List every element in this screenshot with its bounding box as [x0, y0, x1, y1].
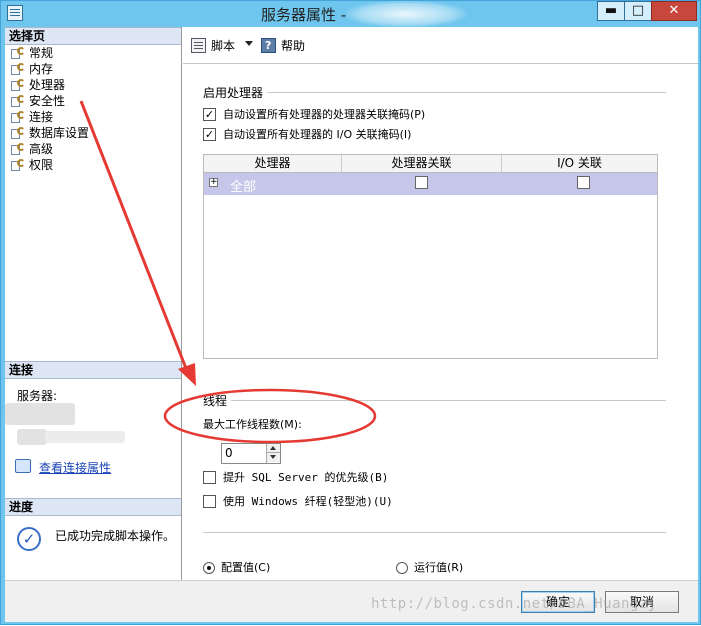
max-worker-threads-stepper[interactable]: 0: [221, 443, 281, 464]
redacted-server-name: [346, 1, 466, 27]
right-pane: 脚本 帮助 启用处理器 ✓ 自动设置所有处理器的处理器关联掩码(P) ✓: [183, 27, 698, 580]
sidebar-item-label: 安全性: [29, 94, 66, 108]
affinity-checkbox[interactable]: [415, 176, 428, 189]
row-label: 全部: [230, 180, 257, 195]
enable-processors-label: 启用处理器: [203, 84, 268, 101]
minimize-button[interactable]: ▬: [597, 1, 625, 21]
help-icon: [261, 38, 276, 54]
close-button[interactable]: ✕: [651, 1, 697, 21]
page-wrench-icon: [11, 79, 26, 91]
help-label: 帮助: [281, 39, 306, 53]
page-wrench-icon: [11, 111, 26, 123]
left-pane: 选择页 常规 内存 处理器 安全性 连接 数据库设置 高级 权限 连接 服务器:…: [5, 27, 182, 580]
sidebar-item-processors[interactable]: 处理器: [5, 77, 181, 93]
threads-label: 线程: [203, 392, 232, 409]
expand-icon[interactable]: +: [209, 178, 218, 187]
script-button[interactable]: 脚本: [191, 38, 235, 54]
app-icon: [7, 5, 23, 21]
sidebar-item-label: 处理器: [29, 78, 66, 92]
sidebar-item-advanced[interactable]: 高级: [5, 141, 181, 157]
server-label: 服务器:: [17, 389, 58, 403]
page-wrench-icon: [11, 95, 26, 107]
dialog-client: 选择页 常规 内存 处理器 安全性 连接 数据库设置 高级 权限 连接 服务器:…: [5, 27, 698, 622]
page-wrench-icon: [11, 127, 26, 139]
use-fibers-label: 使用 Windows 纤程(轻型池)(U): [223, 495, 393, 508]
stepper-up-icon[interactable]: [267, 444, 280, 453]
sidebar-item-memory[interactable]: 内存: [5, 61, 181, 77]
chevron-down-icon[interactable]: [245, 41, 253, 46]
sidebar-item-label: 常规: [29, 46, 54, 60]
script-label: 脚本: [211, 39, 236, 53]
table-row[interactable]: + 全部: [204, 173, 657, 195]
page-list: 常规 内存 处理器 安全性 连接 数据库设置 高级 权限: [5, 45, 181, 173]
io-affinity-checkbox[interactable]: [577, 176, 590, 189]
page-wrench-icon: [11, 63, 26, 75]
group-divider: [203, 532, 666, 533]
connection-properties-icon: [15, 459, 31, 473]
running-values-radio[interactable]: 运行值(R): [396, 560, 463, 576]
link-label: 查看连接属性: [39, 461, 112, 475]
group-divider: [203, 92, 666, 93]
auto-affinity-checkbox[interactable]: ✓ 自动设置所有处理器的处理器关联掩码(P): [203, 107, 425, 123]
script-icon: [191, 38, 206, 53]
redacted-user-label: [17, 429, 47, 445]
sidebar-item-label: 权限: [29, 158, 54, 172]
column-header-io-affinity[interactable]: I/O 关联: [502, 155, 657, 173]
watermark: http://blog.csdn.net/DBA_Huangzj: [371, 596, 657, 612]
processor-affinity-table: 处理器 处理器关联 I/O 关联 + 全部: [203, 154, 658, 359]
sidebar-item-security[interactable]: 安全性: [5, 93, 181, 109]
configured-values-radio[interactable]: 配置值(C): [203, 560, 270, 576]
progress-status: 已成功完成脚本操作。: [55, 529, 176, 543]
checkbox-checked[interactable]: ✓: [203, 128, 216, 141]
sidebar-item-connections[interactable]: 连接: [5, 109, 181, 125]
window-title: 服务器属性 -: [261, 6, 347, 24]
use-fibers-checkbox[interactable]: 使用 Windows 纤程(轻型池)(U): [203, 494, 393, 510]
auto-io-affinity-checkbox[interactable]: ✓ 自动设置所有处理器的 I/O 关联掩码(I): [203, 127, 411, 143]
stepper-value[interactable]: 0: [225, 446, 233, 460]
sidebar-item-permissions[interactable]: 权限: [5, 157, 181, 173]
select-page-header: 选择页: [5, 27, 181, 45]
max-worker-threads-label: 最大工作线程数(M):: [203, 416, 306, 432]
boost-priority-label: 提升 SQL Server 的优先级(B): [223, 471, 389, 484]
title-bar[interactable]: 服务器属性 - ▬ □ ✕: [1, 1, 700, 27]
help-button[interactable]: 帮助: [261, 38, 305, 54]
group-divider: [203, 400, 666, 401]
server-properties-window: 服务器属性 - ▬ □ ✕ 选择页 常规 内存 处理器 安全性 连接 数据库设置…: [0, 0, 701, 625]
stepper-down-icon[interactable]: [267, 453, 280, 462]
checkmark-icon: ✓: [17, 527, 41, 551]
running-values-label: 运行值(R): [414, 561, 464, 574]
sidebar-item-label: 连接: [29, 110, 54, 124]
sidebar-item-label: 数据库设置: [29, 126, 90, 140]
configured-values-label: 配置值(C): [221, 561, 271, 574]
radio-unselected[interactable]: [396, 562, 408, 574]
checkbox-unchecked[interactable]: [203, 471, 216, 484]
sidebar-item-label: 高级: [29, 142, 54, 156]
sidebar-item-general[interactable]: 常规: [5, 45, 181, 61]
redacted-user: [45, 431, 125, 443]
radio-selected[interactable]: [203, 562, 215, 574]
checkbox-checked[interactable]: ✓: [203, 108, 216, 121]
sidebar-item-label: 内存: [29, 62, 54, 76]
page-wrench-icon: [11, 159, 26, 171]
page-wrench-icon: [11, 47, 26, 59]
table-header: 处理器 处理器关联 I/O 关联: [204, 155, 657, 173]
boost-priority-checkbox[interactable]: 提升 SQL Server 的优先级(B): [203, 470, 388, 486]
column-header-affinity[interactable]: 处理器关联: [342, 155, 502, 173]
maximize-button[interactable]: □: [624, 1, 652, 21]
progress-section: 进度 ✓ 已成功完成脚本操作。: [5, 498, 181, 551]
page-wrench-icon: [11, 143, 26, 155]
view-connection-properties-link[interactable]: 查看连接属性: [15, 459, 111, 476]
connection-section: 连接 服务器: 查看连接属性: [5, 361, 181, 475]
auto-io-affinity-label: 自动设置所有处理器的 I/O 关联掩码(I): [223, 128, 412, 141]
column-header-processor[interactable]: 处理器: [204, 155, 342, 173]
progress-header: 进度: [5, 498, 181, 516]
connection-header: 连接: [5, 361, 181, 379]
auto-affinity-label: 自动设置所有处理器的处理器关联掩码(P): [223, 108, 426, 121]
checkbox-unchecked[interactable]: [203, 495, 216, 508]
redacted-server: [5, 403, 75, 425]
toolbar: 脚本 帮助: [183, 27, 698, 63]
sidebar-item-database-settings[interactable]: 数据库设置: [5, 125, 181, 141]
processor-settings-panel: 启用处理器 ✓ 自动设置所有处理器的处理器关联掩码(P) ✓ 自动设置所有处理器…: [183, 64, 698, 580]
stepper-buttons: [266, 444, 280, 463]
